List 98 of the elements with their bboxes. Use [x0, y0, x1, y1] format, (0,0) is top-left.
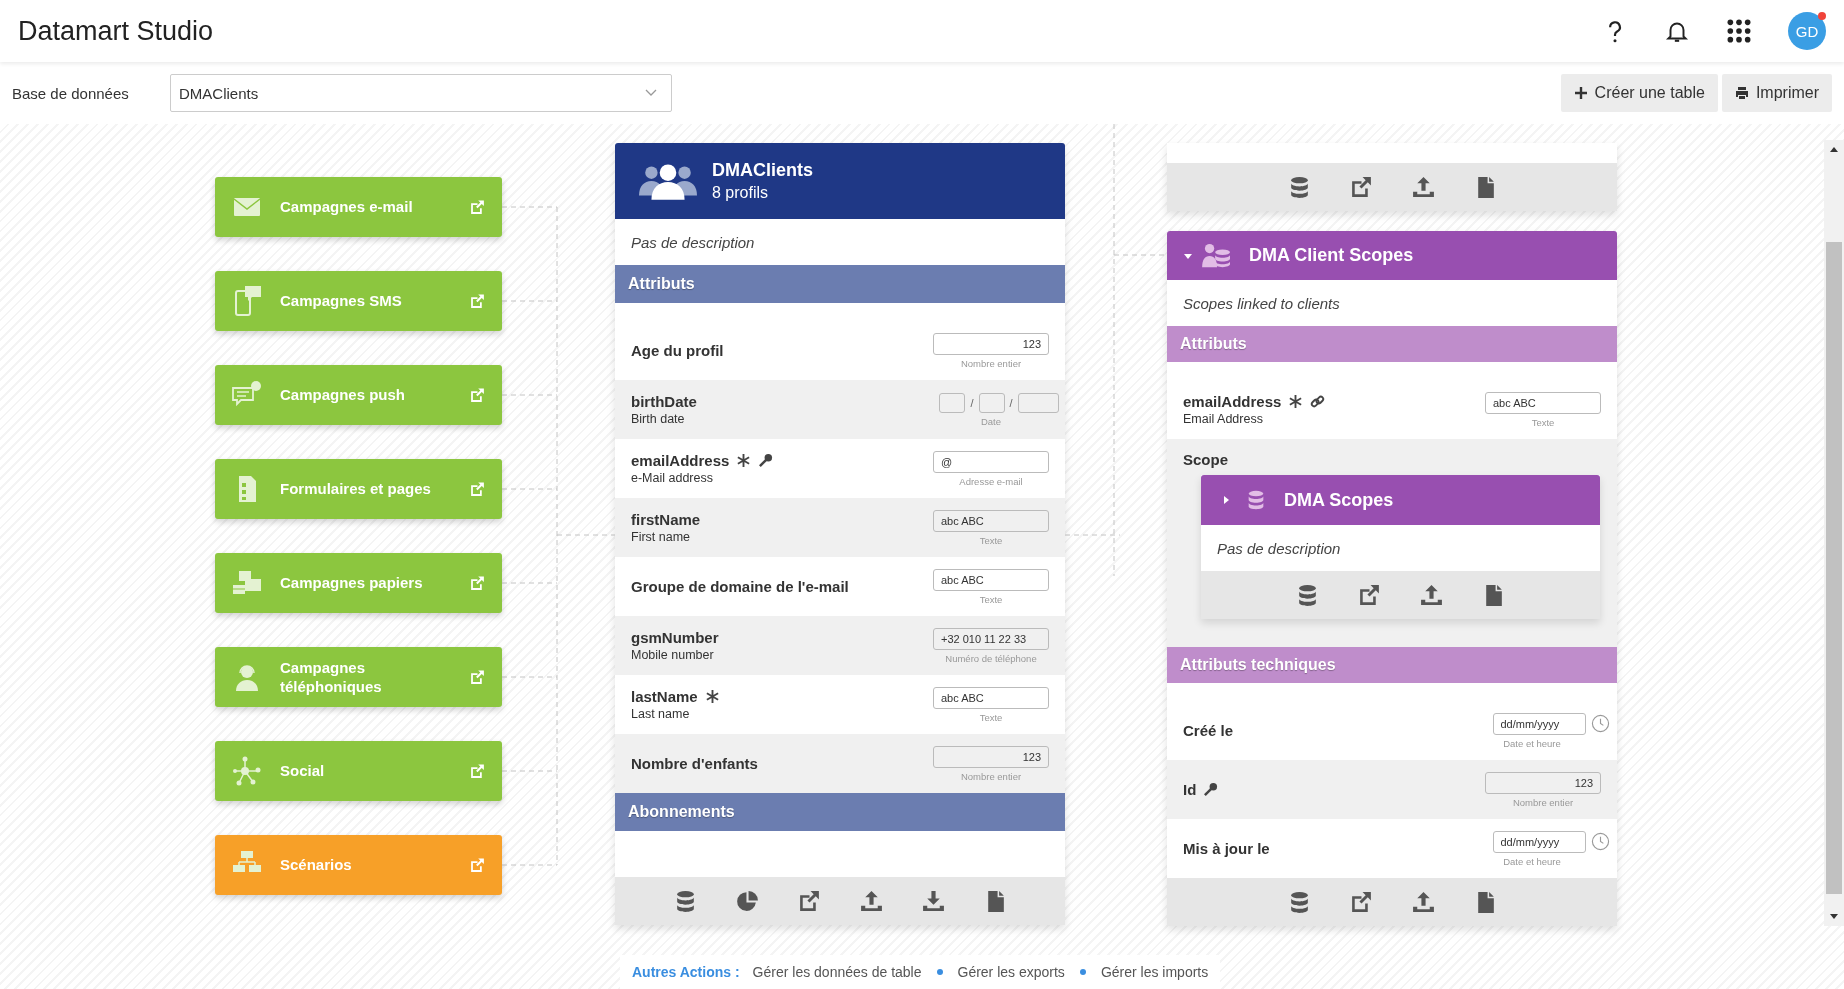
- text-field[interactable]: abc ABC: [933, 686, 1049, 709]
- text-field[interactable]: abc ABC: [1485, 391, 1601, 414]
- attribute-description: Last name: [631, 707, 691, 721]
- clock-icon[interactable]: [1590, 714, 1610, 733]
- text-field[interactable]: +32 010 11 22 33: [933, 627, 1049, 650]
- field-type-label: Adresse e-mail: [959, 475, 1023, 487]
- apps-grid-icon[interactable]: [1726, 18, 1752, 44]
- database-select[interactable]: DMAClients: [170, 74, 672, 112]
- attribute-description: Email Address: [1183, 412, 1264, 426]
- day-field[interactable]: [939, 392, 966, 413]
- channel-label: Formulaires et pages: [280, 479, 432, 499]
- attribute-name: emailAddress: [1183, 393, 1282, 410]
- date-time-field[interactable]: dd/mm/yyyy: [1492, 830, 1586, 853]
- attribute-name: lastName: [631, 688, 698, 705]
- other-actions-label: Autres Actions :: [632, 964, 740, 980]
- number-field[interactable]: 123: [933, 332, 1049, 355]
- field-type-label: Nombre entier: [960, 357, 1022, 369]
- table-title: DMA Scopes: [1284, 489, 1394, 511]
- attribute-name: Créé le: [1183, 722, 1234, 739]
- text-field[interactable]: @: [933, 450, 1049, 473]
- channel-label: Campagnes e-mail: [280, 197, 414, 217]
- date-time-field[interactable]: dd/mm/yyyy: [1492, 712, 1586, 735]
- external-link-icon[interactable]: [1357, 582, 1382, 608]
- section-header: Abonnements: [615, 793, 1065, 831]
- attribute-description: First name: [631, 530, 692, 544]
- attribute-name: Id: [1183, 781, 1197, 798]
- table-description: Scopes linked to clients: [1167, 280, 1617, 326]
- action-link[interactable]: Gérer les imports: [1100, 964, 1209, 980]
- field-type-label: Texte: [979, 534, 1003, 546]
- section-header: Attributs: [615, 265, 1065, 303]
- attribute-name: Age du profil: [631, 342, 724, 359]
- print-button[interactable]: Imprimer: [1721, 74, 1832, 112]
- app-title: Datamart Studio: [18, 15, 215, 47]
- month-field[interactable]: [978, 392, 1005, 413]
- attribute-name: birthDate: [631, 393, 697, 410]
- chevron-down-icon: [645, 89, 657, 97]
- person-database-icon: [1202, 242, 1232, 269]
- people-group-icon: [639, 162, 697, 200]
- link-icon[interactable]: [1310, 394, 1326, 409]
- attribute-description: Mobile number: [631, 648, 715, 662]
- channel-label: Social: [280, 761, 326, 781]
- table-title: DMA Client Scopes: [1249, 245, 1414, 266]
- table-description: Pas de description: [1201, 525, 1600, 571]
- caret-right-icon[interactable]: [1221, 495, 1231, 505]
- scroll-down-icon[interactable]: [1829, 914, 1839, 920]
- action-link[interactable]: Gérer les exports: [957, 964, 1065, 980]
- text-field[interactable]: abc ABC: [933, 509, 1049, 532]
- attribute-description: Birth date: [631, 412, 686, 426]
- field-type-label: Date et heure: [1503, 737, 1561, 749]
- attribute-description: e-Mail address: [631, 471, 714, 485]
- upload-icon[interactable]: [858, 888, 884, 914]
- scrollbar[interactable]: [1824, 140, 1844, 926]
- field-type-label: Texte: [1531, 416, 1555, 428]
- text-field[interactable]: abc ABC: [933, 568, 1049, 591]
- field-type-label: Nombre entier: [960, 770, 1022, 782]
- database-label: Base de données: [12, 84, 130, 102]
- plus-icon: [1573, 86, 1588, 100]
- channel-label: Campagnes papiers: [280, 573, 424, 593]
- number-field[interactable]: 123: [1485, 771, 1601, 794]
- number-field[interactable]: 123: [933, 745, 1049, 768]
- attribute-name: Nombre d'enfants: [631, 755, 758, 772]
- date-separator: /: [970, 396, 974, 409]
- channel-label: Campagnes push: [280, 385, 407, 405]
- channel-label: Scénarios: [280, 855, 353, 875]
- create-table-button[interactable]: Créer une table: [1560, 74, 1718, 112]
- section-header: Attributs techniques: [1167, 647, 1617, 683]
- field-type-label: Date et heure: [1503, 855, 1561, 867]
- attribute-name: firstName: [631, 511, 701, 528]
- channel-label: Campagnes téléphoniques: [280, 657, 383, 697]
- bullet-dot: [1079, 969, 1086, 975]
- attribute-name: Groupe de domaine de l'e-mail: [631, 578, 849, 595]
- upload-icon[interactable]: [1419, 582, 1444, 608]
- upload-icon[interactable]: [1410, 174, 1436, 200]
- profile-count: 8 profils: [712, 184, 770, 202]
- action-link[interactable]: Gérer les données de table: [752, 964, 922, 980]
- attribute-name: gsmNumber: [631, 629, 719, 646]
- attribute-name: emailAddress: [631, 452, 730, 469]
- field-type-label: Numéro de téléphone: [945, 652, 1037, 664]
- field-type-label: Nombre entier: [1512, 796, 1574, 808]
- table-title: DMAClients: [712, 160, 813, 181]
- upload-icon[interactable]: [1410, 889, 1436, 915]
- field-type-label: Date: [980, 415, 1002, 427]
- channel-label: Campagnes SMS: [280, 291, 403, 311]
- year-field[interactable]: [1017, 392, 1059, 413]
- attribute-name: Scope: [1183, 451, 1229, 468]
- download-icon[interactable]: [920, 888, 946, 914]
- clock-icon[interactable]: [1590, 832, 1610, 851]
- scroll-up-icon[interactable]: [1829, 146, 1839, 152]
- date-separator: /: [1009, 396, 1013, 409]
- attribute-name: Mis à jour le: [1183, 840, 1270, 857]
- network-icon: [231, 755, 263, 787]
- printer-icon: [1734, 86, 1749, 100]
- field-type-label: Texte: [979, 593, 1003, 605]
- field-type-label: Texte: [979, 711, 1003, 723]
- table-description: Pas de description: [615, 219, 1065, 265]
- pie-chart-icon[interactable]: [734, 888, 760, 914]
- section-header: Attributs: [1167, 326, 1617, 362]
- bullet-dot: [936, 969, 943, 975]
